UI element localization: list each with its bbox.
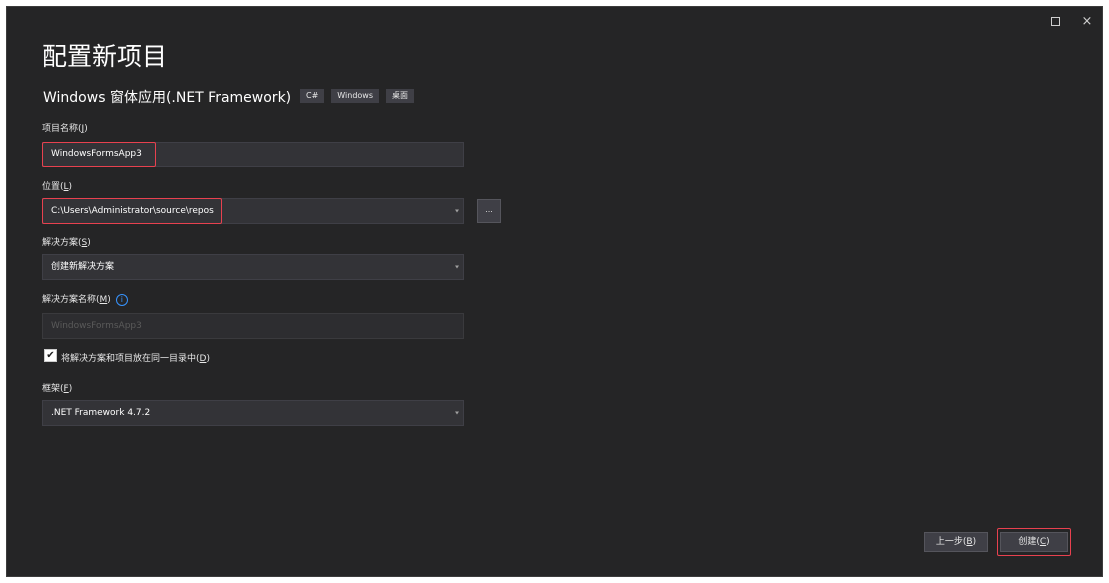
location-label: 位置(L) [42, 182, 73, 192]
page-title: 配置新项目 [42, 42, 168, 71]
location-chevron-down-icon[interactable] [455, 209, 459, 213]
solution-dropdown[interactable]: 创建新解决方案 [42, 254, 464, 280]
project-type-subtitle: Windows 窗体应用(.NET Framework) [43, 90, 292, 106]
location-combobox[interactable]: C:\Users\Administrator\source\repos [42, 198, 464, 224]
close-button[interactable]: × [1076, 13, 1098, 31]
solution-chevron-down-icon[interactable] [455, 265, 459, 269]
tag-desktop: 桌面 [386, 89, 415, 103]
dialog-window: × 配置新项目 Windows 窗体应用(.NET Framework) C# … [6, 6, 1103, 577]
back-button[interactable]: 上一步(B) [924, 532, 988, 552]
tag-list: C# Windows 桌面 [300, 89, 415, 103]
solution-name-label: 解决方案名称(M) i [42, 292, 128, 306]
same-directory-checkbox[interactable]: ✔ [44, 349, 57, 362]
framework-chevron-down-icon[interactable] [455, 411, 459, 415]
browse-button[interactable]: ... [477, 199, 501, 223]
framework-dropdown[interactable]: .NET Framework 4.7.2 [42, 400, 464, 426]
project-name-label: 项目名称(J) [42, 124, 88, 134]
info-icon[interactable]: i [115, 293, 128, 306]
solution-label: 解决方案(S) [42, 238, 91, 248]
tag-csharp: C# [300, 89, 325, 103]
solution-name-field: WindowsFormsApp3 [42, 313, 464, 339]
close-icon: × [1081, 14, 1093, 29]
project-name-field[interactable]: WindowsFormsApp3 [42, 142, 464, 167]
tag-windows: Windows [331, 89, 380, 103]
maximize-button[interactable] [1044, 13, 1066, 31]
create-button[interactable]: 创建(C) [1000, 532, 1068, 552]
same-directory-label[interactable]: 将解决方案和项目放在同一目录中(D) [61, 351, 210, 364]
maximize-icon [1050, 17, 1060, 26]
framework-label: 框架(F) [42, 384, 73, 394]
